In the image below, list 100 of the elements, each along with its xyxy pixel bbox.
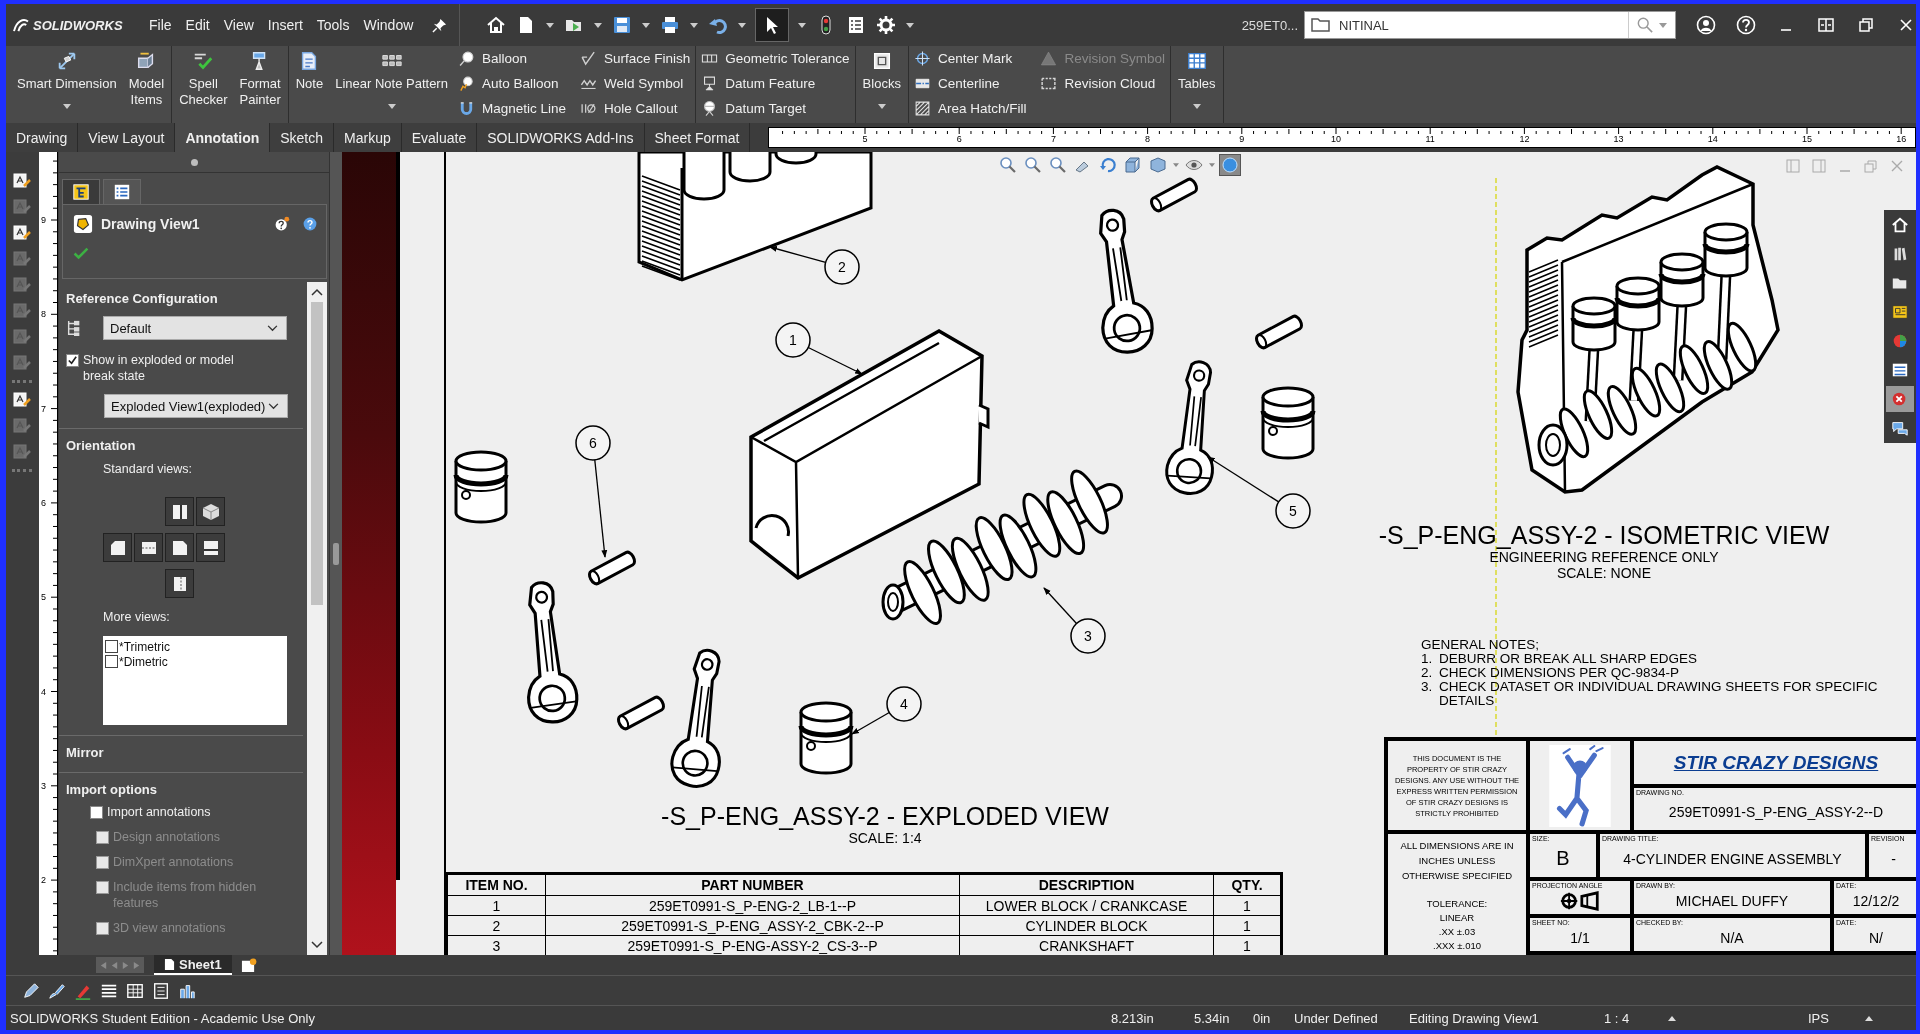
ribbon-button[interactable]: Geometric Tolerance [701, 46, 850, 71]
standard-view-button[interactable] [165, 533, 194, 562]
splitter-handle[interactable] [333, 542, 339, 565]
ribbon-button[interactable]: Model Items [126, 46, 167, 123]
section-title[interactable]: Orientation [66, 437, 303, 455]
checkbox[interactable] [105, 640, 118, 653]
checkbox[interactable] [66, 354, 79, 367]
tile-left-icon[interactable] [1786, 159, 1800, 173]
list-item[interactable]: *Trimetric [119, 639, 170, 654]
table-icon[interactable] [126, 981, 144, 1000]
standard-view-button[interactable] [134, 533, 163, 562]
ribbon-button[interactable]: Spell Checker [177, 46, 230, 123]
magnifier-icon[interactable] [1048, 155, 1068, 175]
caret-up-icon[interactable] [1668, 1015, 1676, 1021]
search-field[interactable]: NITINAL [1304, 11, 1676, 39]
print-icon[interactable] [660, 15, 681, 35]
status-text[interactable]: IPS [1808, 1010, 1865, 1026]
ribbon-button[interactable]: Surface Finish [580, 46, 691, 71]
brush-icon[interactable] [48, 981, 66, 1000]
standard-view-button[interactable] [103, 533, 132, 562]
resize-handle[interactable] [190, 158, 198, 166]
ribbon-button[interactable]: Magnetic Line [457, 96, 566, 121]
caret-icon[interactable] [594, 22, 603, 28]
caret-icon[interactable] [738, 22, 747, 28]
checkbox-label[interactable]: Show in exploded or model break state [83, 352, 248, 384]
magnifier-icon[interactable] [1023, 155, 1043, 175]
chevron-down-icon[interactable] [311, 941, 323, 949]
menu-item[interactable]: Insert [260, 17, 310, 33]
menu-item[interactable]: View [216, 17, 261, 33]
status-text[interactable]: 1 : 4 [1604, 1010, 1668, 1026]
settings-icon[interactable] [876, 15, 897, 35]
ribbon-button[interactable]: Auto Balloon [457, 71, 566, 96]
restore-icon[interactable] [1856, 15, 1876, 35]
configuration-dropdown[interactable]: Default [103, 316, 287, 340]
ribbon-button[interactable]: Note [293, 46, 326, 123]
caret-icon[interactable] [690, 22, 699, 28]
ribbon-button[interactable]: Linear Note Pattern [333, 46, 450, 123]
menu-item[interactable]: File [142, 17, 179, 33]
ribbon-button[interactable]: Centerline [913, 71, 1027, 96]
ribbon-button[interactable]: Revision Cloud [1040, 71, 1165, 96]
note-pencil-icon[interactable] [12, 389, 32, 409]
menu-item[interactable]: Window [356, 17, 421, 33]
ribbon-button[interactable]: Smart Dimension [15, 46, 119, 123]
tab[interactable]: Annotation [175, 123, 271, 152]
section-title[interactable]: Import options [66, 781, 307, 799]
ribbon-button[interactable]: Blocks [860, 46, 903, 123]
list-table-icon[interactable] [152, 981, 170, 1000]
help-icon[interactable] [302, 216, 318, 232]
note-pencil-icon[interactable] [12, 222, 32, 242]
chevron-up-icon[interactable] [311, 288, 323, 296]
add-sheet-icon[interactable] [239, 957, 257, 973]
explode-state-dropdown[interactable]: Exploded View1(exploded) [104, 394, 288, 418]
hexagon-icon[interactable] [1148, 155, 1168, 175]
caret-up-icon[interactable] [1865, 1015, 1873, 1021]
pencil-icon[interactable] [22, 981, 40, 1000]
standard-view-button[interactable] [196, 533, 225, 562]
scrollbar[interactable] [307, 282, 327, 955]
section-title[interactable]: Reference Configuration [66, 290, 303, 308]
scroll-thumb[interactable] [311, 302, 323, 605]
list-item[interactable]: *Dimetric [119, 654, 168, 669]
ribbon-button[interactable]: Datum Feature [701, 71, 850, 96]
caret-icon[interactable] [546, 22, 555, 28]
ribbon-button[interactable]: Tables [1175, 46, 1218, 123]
ribbon-button[interactable]: Area Hatch/Fill [913, 96, 1027, 121]
caret-icon[interactable] [906, 22, 915, 28]
ribbon-button[interactable]: Balloon [457, 46, 566, 71]
menu-item[interactable]: Edit [178, 17, 217, 33]
caret-icon[interactable] [798, 22, 807, 28]
checkmark-icon[interactable] [73, 247, 89, 260]
panel-tab[interactable] [103, 179, 141, 204]
caret-icon[interactable] [642, 22, 651, 28]
checkbox-label[interactable]: Import annotations [107, 804, 272, 820]
note-pencil-icon[interactable] [12, 170, 32, 190]
ribbon-button[interactable]: Format Painter [237, 46, 283, 123]
circular-arrow-icon[interactable] [1098, 155, 1118, 175]
sheet-tab[interactable]: Sheet1 [154, 955, 232, 975]
caret-icon[interactable] [1209, 163, 1215, 167]
magnifier-icon[interactable] [998, 155, 1018, 175]
checkbox[interactable] [90, 806, 103, 819]
tile-right-icon[interactable] [1812, 159, 1826, 173]
menu-item[interactable]: Tools [309, 17, 357, 33]
cube-icon[interactable] [1123, 155, 1143, 175]
section-title[interactable]: Mirror [66, 744, 303, 762]
user-icon[interactable] [1696, 15, 1716, 35]
ribbon-button[interactable]: Center Mark [913, 46, 1027, 71]
save-icon[interactable] [612, 15, 633, 35]
caret-icon[interactable] [1173, 163, 1179, 167]
checkbox[interactable] [105, 655, 118, 668]
select-tool-button[interactable] [756, 9, 789, 41]
home-icon[interactable] [486, 15, 507, 35]
panel-tab[interactable] [62, 179, 100, 204]
tile-windows-icon[interactable] [1816, 15, 1836, 35]
standard-view-button[interactable] [165, 569, 194, 598]
pin-icon[interactable] [432, 17, 448, 33]
ribbon-button[interactable]: Datum Target [701, 96, 850, 121]
help-icon[interactable] [1736, 15, 1756, 35]
standard-view-button[interactable] [165, 497, 194, 526]
standard-view-button[interactable] [196, 497, 225, 526]
ribbon-button[interactable]: Weld Symbol [580, 71, 691, 96]
ribbon-button[interactable]: Hole Callout [580, 96, 691, 121]
